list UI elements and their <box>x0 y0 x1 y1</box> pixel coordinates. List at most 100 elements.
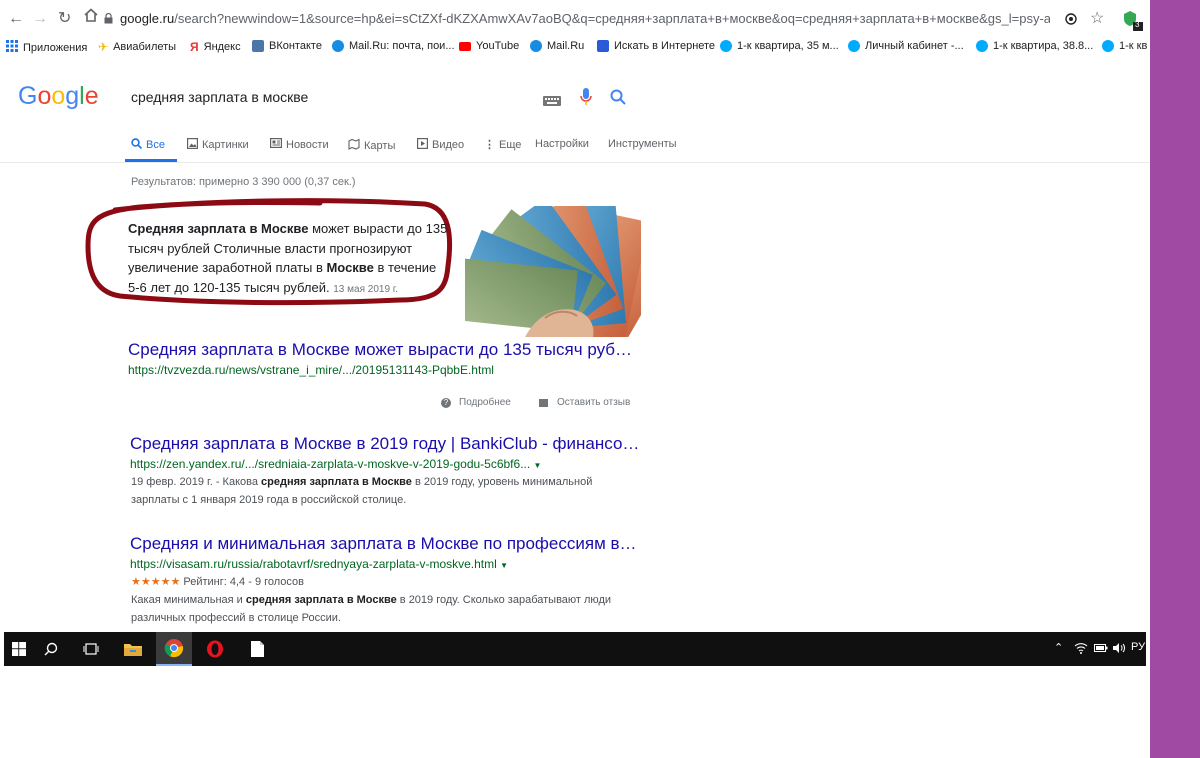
chrome-taskbar-icon[interactable] <box>156 632 192 666</box>
bookmark-star-icon[interactable]: ☆ <box>1090 8 1104 28</box>
back-arrow-icon[interactable]: ← <box>8 9 24 29</box>
bookmark-avito-2[interactable]: 1-к квартира, 38.8... <box>976 40 1093 52</box>
google-logo[interactable]: Google <box>18 82 99 111</box>
task-view-icon[interactable] <box>76 632 106 666</box>
yandex-icon: Я <box>190 40 199 54</box>
mailru-icon <box>530 40 542 52</box>
tab-all[interactable]: Все <box>131 138 165 152</box>
bookmark-mailru[interactable]: Mail.Ru <box>530 40 584 52</box>
bookmark-mailru-search[interactable]: Mail.Ru: почта, пои... <box>332 40 455 52</box>
caret-down-icon[interactable]: ▼ <box>500 561 508 570</box>
map-icon <box>348 138 360 153</box>
result-url[interactable]: https://visasam.ru/russia/rabotavrf/sred… <box>130 557 508 571</box>
tab-label: Видео <box>432 139 465 151</box>
tab-tools[interactable]: Инструменты <box>608 138 677 150</box>
microphone-icon[interactable] <box>580 88 592 111</box>
taskbar-search-icon[interactable] <box>36 632 66 666</box>
volume-icon[interactable] <box>1112 642 1126 657</box>
windows-taskbar: ⌃ РУ <box>4 632 1146 666</box>
featured-result-url[interactable]: https://tvzvezda.ru/news/vstrane_i_mire/… <box>128 363 494 377</box>
bookmark-aviabilety[interactable]: ✈ Авиабилеты <box>98 40 176 54</box>
feedback-label: Оставить отзыв <box>557 397 631 408</box>
tab-settings[interactable]: Настройки <box>535 138 589 150</box>
snippet-date: 13 мая 2019 г. <box>333 283 398 295</box>
tab-images[interactable]: Картинки <box>187 138 249 152</box>
caret-down-icon[interactable]: ▼ <box>534 461 542 470</box>
feedback-link[interactable]: Оставить отзыв <box>539 397 630 408</box>
bookmark-label: 1-к квартира, 38.8... <box>993 40 1094 52</box>
more-icon: ⋮ <box>484 139 495 151</box>
result-bold: средняя зарплата в Москве <box>261 476 412 488</box>
news-icon <box>270 138 283 151</box>
bookmark-avito-3[interactable]: 1-к кв <box>1102 40 1147 52</box>
tab-label: Картинки <box>202 139 249 151</box>
mailru-icon <box>332 40 344 52</box>
bookmark-label: Приложения <box>23 41 88 54</box>
tray-chevron-up-icon[interactable]: ⌃ <box>1054 641 1063 654</box>
wifi-icon[interactable] <box>1074 642 1088 657</box>
document-icon[interactable] <box>240 632 274 666</box>
address-bar-row: ← → ↻ google.ru/search?newwindow=1&sourc… <box>0 0 1150 38</box>
tab-label: Инструменты <box>608 138 677 150</box>
lock-icon[interactable] <box>104 13 113 24</box>
banknotes-image[interactable] <box>465 206 641 337</box>
result-stats: Результатов: примерно 3 390 000 (0,37 се… <box>131 176 356 188</box>
bookmark-label: Искать в Интернете <box>614 40 716 52</box>
vk-icon <box>252 40 264 52</box>
extension-badge: 3 <box>1135 20 1140 29</box>
youtube-icon <box>459 41 471 51</box>
result-title[interactable]: Средняя зарплата в Москве в 2019 году | … <box>130 434 639 454</box>
bookmark-yandex[interactable]: Я Яндекс <box>190 40 241 54</box>
tab-label: Все <box>146 139 165 151</box>
avito-icon <box>976 40 988 52</box>
more-info-label: Подробнее <box>459 397 511 408</box>
featured-snippet-text: Средняя зарплата в Москве может вырасти … <box>128 219 448 299</box>
url-field[interactable]: google.ru/search?newwindow=1&source=hp&e… <box>120 11 1050 26</box>
home-icon[interactable] <box>84 8 98 28</box>
result-url-text: https://zen.yandex.ru/.../sredniaia-zarp… <box>130 457 531 471</box>
keyboard-icon[interactable] <box>543 93 561 111</box>
extension-icon[interactable]: 3 <box>1122 10 1144 37</box>
url-path: /search?newwindow=1&source=hp&ei=sCtZXf-… <box>174 11 1050 26</box>
purple-side-panel <box>1150 0 1200 758</box>
search-icon[interactable] <box>610 89 626 110</box>
feedback-icon <box>539 398 548 407</box>
snippet-bold: Москве <box>326 260 374 275</box>
more-info-link[interactable]: ? Подробнее <box>441 397 511 408</box>
opera-icon[interactable] <box>198 632 232 666</box>
result-snippet: 19 февр. 2019 г. - Какова средняя зарпла… <box>131 473 631 509</box>
rating-stars: ★★★★★ <box>131 576 181 588</box>
tab-news[interactable]: Новости <box>270 138 329 151</box>
tab-label: Настройки <box>535 138 589 150</box>
bookmark-label: Яндекс <box>203 41 241 53</box>
reload-icon[interactable]: ↻ <box>58 9 71 29</box>
language-indicator[interactable]: РУ <box>1131 641 1145 653</box>
battery-icon[interactable] <box>1094 643 1108 656</box>
bookmark-avito-1[interactable]: 1-к квартира, 35 м... <box>720 40 839 52</box>
bookmark-label: Личный кабинет -... <box>865 40 964 52</box>
result-title[interactable]: Средняя и минимальная зарплата в Москве … <box>130 534 637 554</box>
bookmark-youtube[interactable]: YouTube <box>459 40 519 52</box>
location-icon[interactable] <box>1064 12 1078 31</box>
tab-label: Еще <box>499 138 522 151</box>
tab-more[interactable]: ⋮ Еще <box>484 138 522 152</box>
help-icon: ? <box>441 397 451 408</box>
file-explorer-icon[interactable] <box>116 632 150 666</box>
bookmark-vk[interactable]: ВКонтакте <box>252 40 322 52</box>
bookmark-avito-cabinet[interactable]: Личный кабинет -... <box>848 40 964 52</box>
play-icon <box>417 138 429 152</box>
tab-video[interactable]: Видео <box>417 138 464 152</box>
bookmark-label: ВКонтакте <box>269 40 322 52</box>
tab-maps[interactable]: Карты <box>348 138 395 153</box>
forward-arrow-icon[interactable]: → <box>32 9 48 29</box>
avito-icon <box>720 40 732 52</box>
windows-start-icon[interactable] <box>4 632 34 666</box>
screenshot-area: ← → ↻ google.ru/search?newwindow=1&sourc… <box>0 0 1150 758</box>
result-url[interactable]: https://zen.yandex.ru/.../sredniaia-zarp… <box>130 457 541 471</box>
bookmark-apps[interactable]: Приложения <box>6 40 87 55</box>
result-desc-pre: Какая минимальная и <box>131 594 246 606</box>
search-input[interactable]: средняя зарплата в москве <box>131 89 308 105</box>
result-rating: ★★★★★ Рейтинг: 4,4 - 9 голосов <box>131 573 631 591</box>
featured-result-title[interactable]: Средняя зарплата в Москве может вырасти … <box>128 340 632 360</box>
bookmark-search-internet[interactable]: Искать в Интернете <box>597 40 715 52</box>
